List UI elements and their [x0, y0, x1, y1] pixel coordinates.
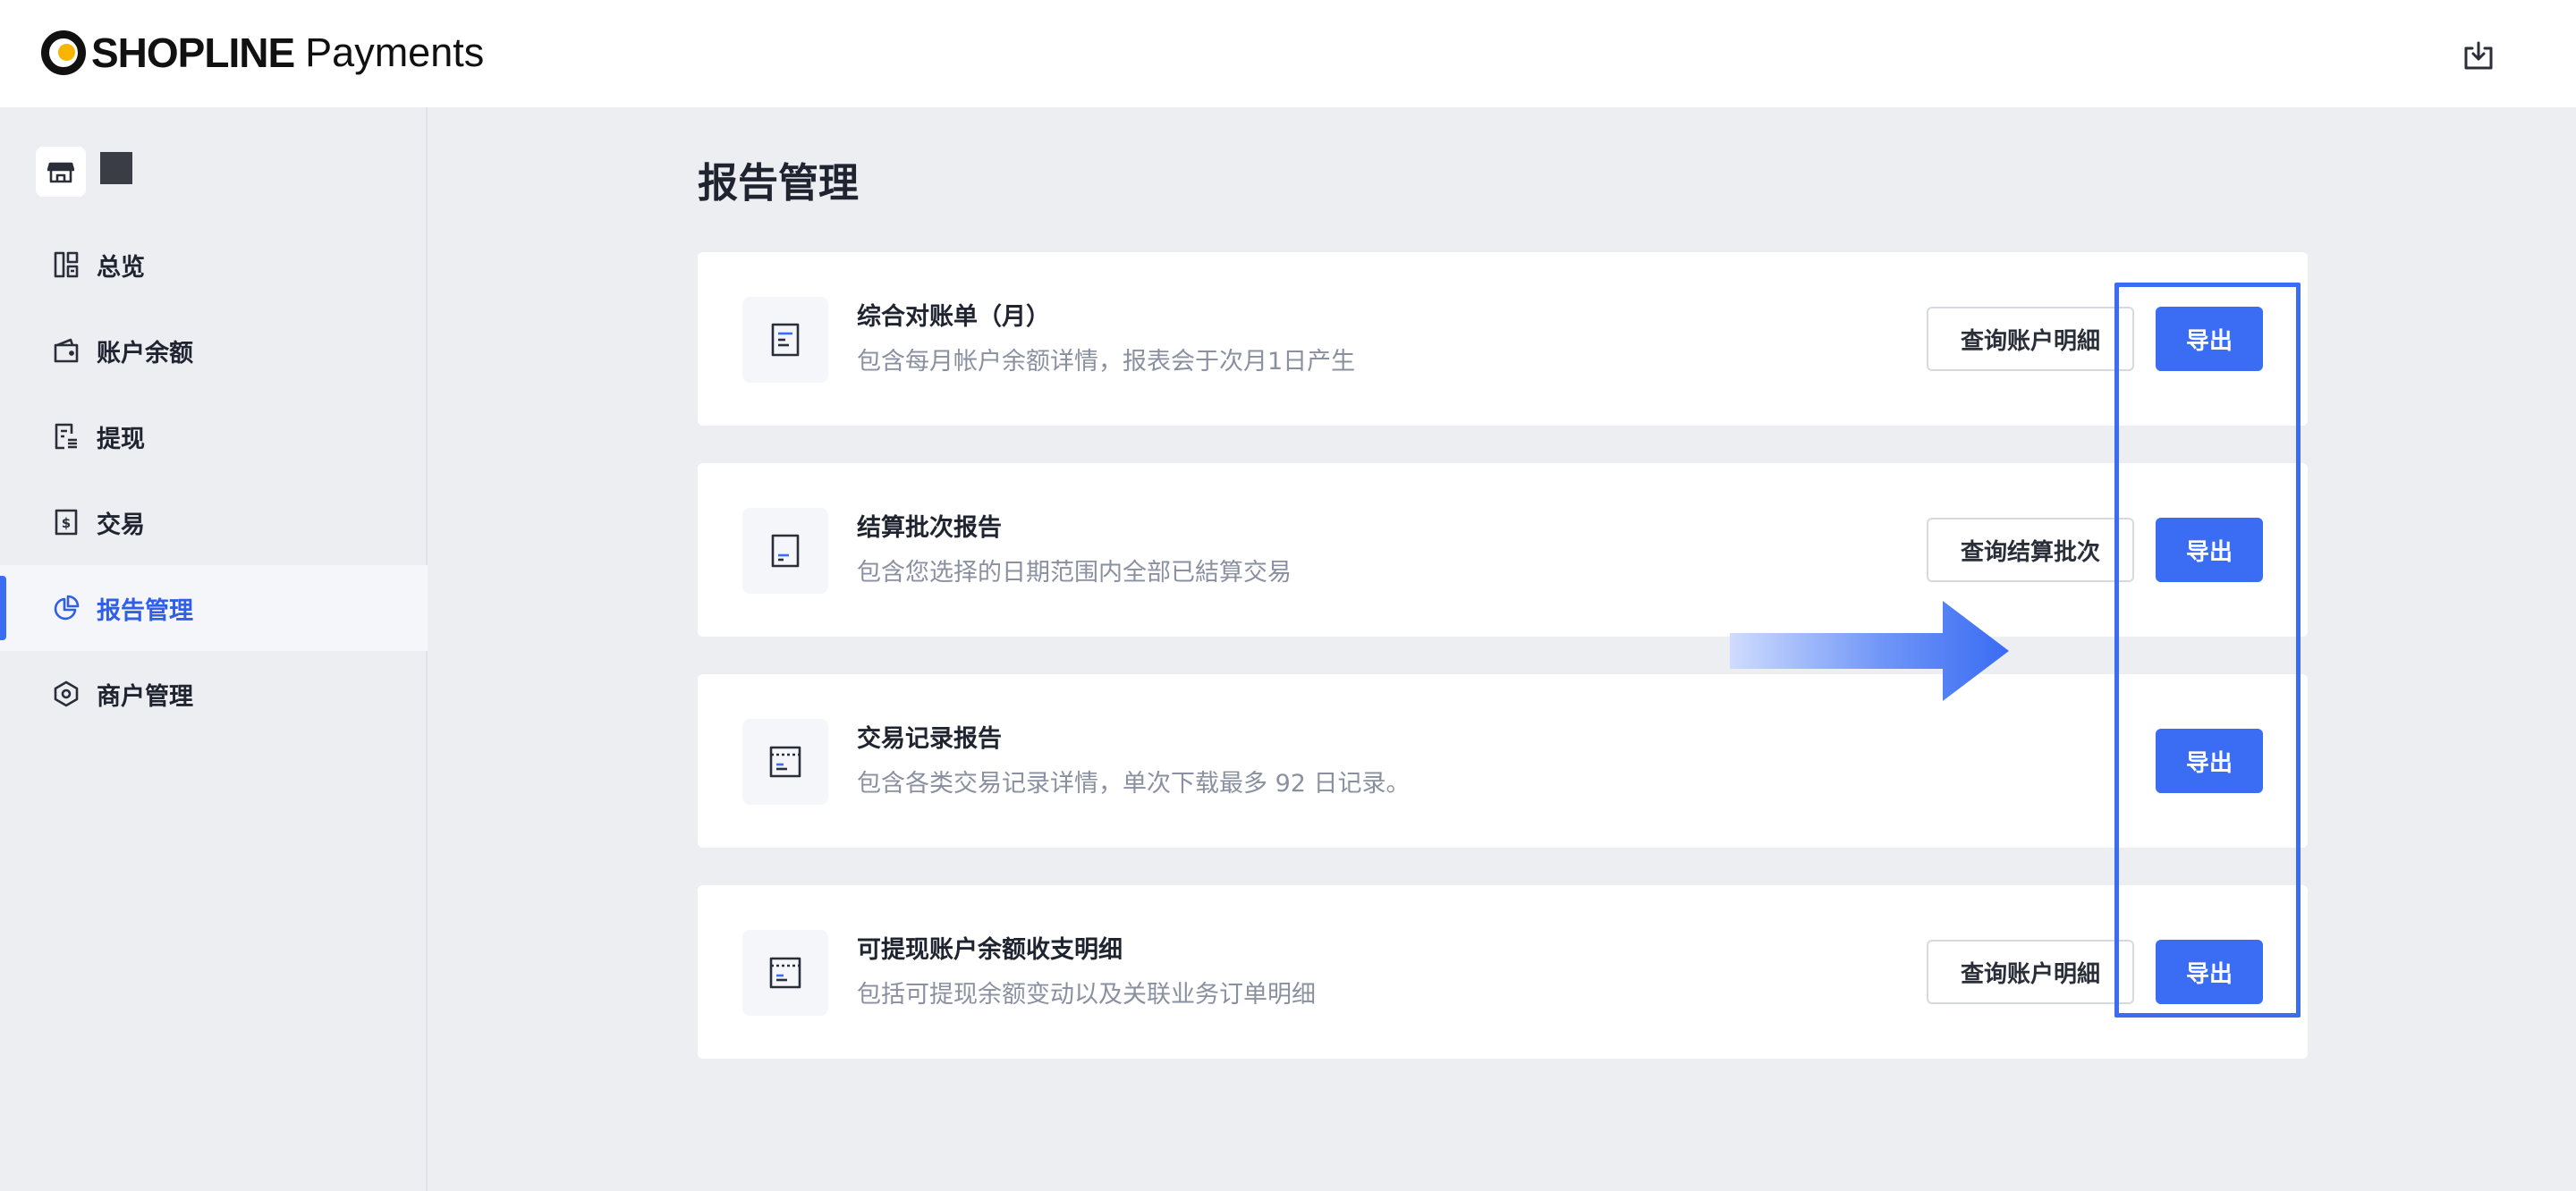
- report-description: 包含您选择的日期范围内全部已結算交易: [857, 559, 1292, 587]
- pie-chart-icon: [52, 594, 80, 622]
- view-account-details-button[interactable]: 查询账户明細: [1927, 307, 2134, 371]
- download-tray-icon[interactable]: [2457, 34, 2500, 77]
- balance-detail-icon: [742, 930, 828, 1016]
- view-account-details-button[interactable]: 查询账户明細: [1927, 940, 2134, 1004]
- top-bar: SHOPLINE Payments: [0, 0, 2576, 107]
- shopline-logo-mark-icon: [41, 30, 86, 75]
- sidebar-item-merchant[interactable]: 商户管理: [0, 651, 428, 737]
- sidebar-item-reports[interactable]: 报告管理: [0, 565, 428, 651]
- sidebar-item-label: 提现: [97, 425, 145, 453]
- sidebar-item-withdraw[interactable]: 提现: [0, 393, 428, 479]
- sidebar-item-label: 商户管理: [97, 682, 193, 711]
- sidebar-nav: 总览 账户余额 提现 $ 交易 报告管理 商户管理: [0, 222, 428, 737]
- report-title: 综合对账单（月）: [857, 303, 1050, 331]
- dashboard-icon: [52, 250, 80, 279]
- report-title: 可提现账户余额收支明细: [857, 936, 1123, 964]
- shopline-payments-logo[interactable]: SHOPLINE Payments: [41, 27, 484, 79]
- report-card-transaction-records: 交易记录报告 包含各类交易记录详情，单次下载最多 92 日记录。 导出: [698, 674, 2308, 848]
- report-description: 包含每月帐户余额详情，报表会于次月1日产生: [857, 348, 1356, 376]
- logo-product-text: Payments: [305, 30, 485, 75]
- sidebar-item-balance[interactable]: 账户余额: [0, 308, 428, 393]
- wallet-icon: [52, 336, 80, 365]
- export-button[interactable]: 导出: [2156, 729, 2263, 793]
- svg-text:$: $: [62, 515, 71, 531]
- statement-document-icon: [742, 297, 828, 383]
- report-title: 结算批次报告: [857, 514, 1002, 542]
- hexagon-settings-icon: [52, 680, 80, 708]
- view-settlement-batch-button[interactable]: 查询结算批次: [1927, 518, 2134, 582]
- report-title: 交易记录报告: [857, 725, 1002, 753]
- logo-brand-text: SHOPLINE: [91, 30, 295, 76]
- withdraw-document-icon: [52, 422, 80, 451]
- sidebar-item-label: 总览: [97, 253, 145, 282]
- export-button[interactable]: 导出: [2156, 307, 2263, 371]
- report-description: 包括可提现余额变动以及关联业务订单明细: [857, 981, 1316, 1009]
- storefront-icon: [36, 147, 86, 197]
- report-card-withdrawable-balance: 可提现账户余额收支明细 包括可提现余额变动以及关联业务订单明细 查询账户明細 导…: [698, 885, 2308, 1059]
- export-button[interactable]: 导出: [2156, 518, 2263, 582]
- report-card-settlement-batch: 结算批次报告 包含您选择的日期范围内全部已結算交易 查询结算批次 导出: [698, 463, 2308, 637]
- store-switcher[interactable]: [36, 147, 132, 197]
- transaction-record-icon: [742, 719, 828, 805]
- report-description: 包含各类交易记录详情，单次下载最多 92 日记录。: [857, 770, 1411, 798]
- sidebar-item-transactions[interactable]: $ 交易: [0, 479, 428, 565]
- sidebar-item-label: 报告管理: [97, 596, 193, 625]
- report-card-monthly-statement: 综合对账单（月） 包含每月帐户余额详情，报表会于次月1日产生 查询账户明細 导出: [698, 252, 2308, 426]
- export-button[interactable]: 导出: [2156, 940, 2263, 1004]
- sidebar-item-label: 交易: [97, 511, 145, 539]
- sidebar-item-label: 账户余额: [97, 339, 193, 367]
- store-name-redacted: [100, 152, 132, 184]
- page-title: 报告管理: [698, 159, 860, 207]
- annotation-arrow-icon: [1730, 601, 2009, 701]
- sidebar: 总览 账户余额 提现 $ 交易 报告管理 商户管理: [0, 107, 428, 1191]
- dollar-receipt-icon: $: [52, 508, 80, 536]
- sidebar-item-overview[interactable]: 总览: [0, 222, 428, 308]
- settlement-document-icon: [742, 508, 828, 594]
